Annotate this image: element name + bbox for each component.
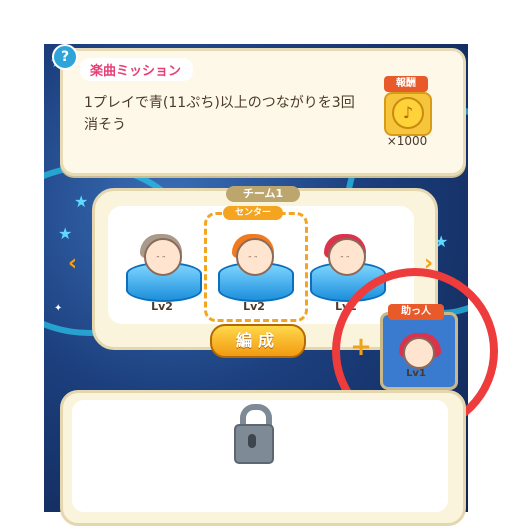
team-member[interactable]: ᵔ ᵔ Lv2 xyxy=(214,226,294,322)
star-sparkle: ✦ xyxy=(54,303,63,314)
character-expression: ᵔ ᵔ xyxy=(340,254,350,263)
chevron-left-icon[interactable]: ‹ xyxy=(68,252,84,276)
character-expression: ᵔ ᵔ xyxy=(248,254,258,263)
reward-count: ×1000 xyxy=(386,134,428,148)
reward-label: 報酬 xyxy=(384,76,428,92)
member-level: Lv2 xyxy=(243,300,265,313)
mission-description: 1プレイで青(11ぷち)以上のつながりを3回消そう xyxy=(84,95,355,133)
center-label: センター xyxy=(223,206,283,220)
music-coin-icon: ♪ xyxy=(392,97,424,129)
question-icon[interactable]: ? xyxy=(52,44,78,70)
star-sparkle: ★ xyxy=(58,224,73,243)
team-label: チーム1 xyxy=(226,186,300,202)
star-sparkle: ★ xyxy=(74,192,89,211)
mission-title: 楽曲ミッション xyxy=(80,58,194,81)
member-level: Lv2 xyxy=(151,300,173,313)
edit-team-button[interactable]: 編成 xyxy=(210,324,306,358)
keyhole xyxy=(248,434,256,448)
character-expression: ᵔ ᵔ xyxy=(156,254,166,263)
team-member[interactable]: ᵔ ᵔ Lv2 xyxy=(122,226,202,322)
